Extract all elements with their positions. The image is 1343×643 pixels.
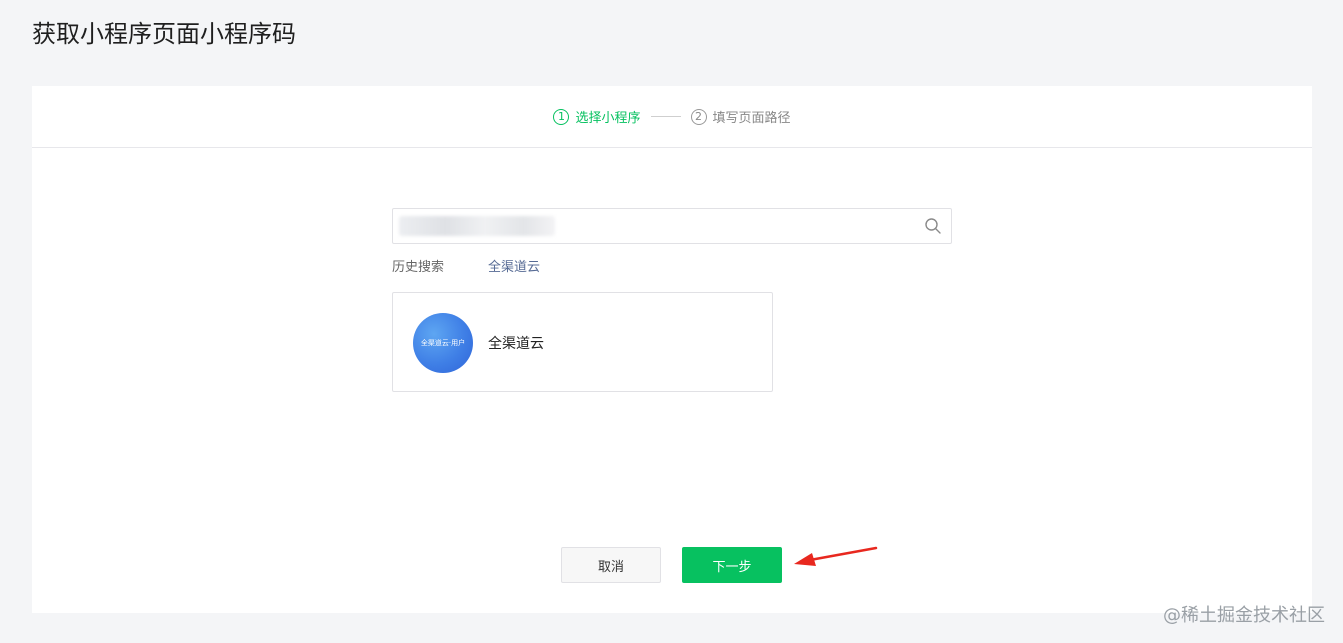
history-label: 历史搜索 xyxy=(392,260,445,275)
history-item[interactable]: 全渠道云 xyxy=(488,256,540,275)
cancel-button[interactable]: 取消 xyxy=(561,547,661,583)
step-2-number: 2 xyxy=(690,108,707,125)
blurred-search-text xyxy=(399,216,555,236)
search-box xyxy=(392,208,952,244)
next-button[interactable]: 下一步 xyxy=(682,547,782,583)
step-1: 1 选择小程序 xyxy=(553,107,641,126)
step-indicator: 1 选择小程序 2 填写页面路径 xyxy=(32,86,1312,148)
step-1-number: 1 xyxy=(553,108,570,125)
result-name: 全渠道云 xyxy=(488,336,544,352)
avatar-logo-text: 全渠道云·用户 xyxy=(420,339,466,347)
page-title: 获取小程序页面小程序码 xyxy=(32,20,296,48)
red-arrow-annotation xyxy=(794,546,878,566)
history-row: 历史搜索 全渠道云 xyxy=(392,256,540,275)
step-2-label: 填写页面路径 xyxy=(712,111,791,126)
result-card[interactable]: 全渠道云·用户 全渠道云 xyxy=(392,292,773,392)
step-connector xyxy=(650,116,681,117)
main-card: 1 选择小程序 2 填写页面路径 历史搜索 全渠道云 全渠道云·用户 全渠道云 … xyxy=(32,86,1312,613)
avatar: 全渠道云·用户 xyxy=(413,313,473,373)
watermark: @稀土掘金技术社区 xyxy=(1163,605,1325,626)
search-icon[interactable] xyxy=(924,217,942,235)
step-2: 2 填写页面路径 xyxy=(690,107,791,126)
step-1-label: 选择小程序 xyxy=(575,111,641,126)
